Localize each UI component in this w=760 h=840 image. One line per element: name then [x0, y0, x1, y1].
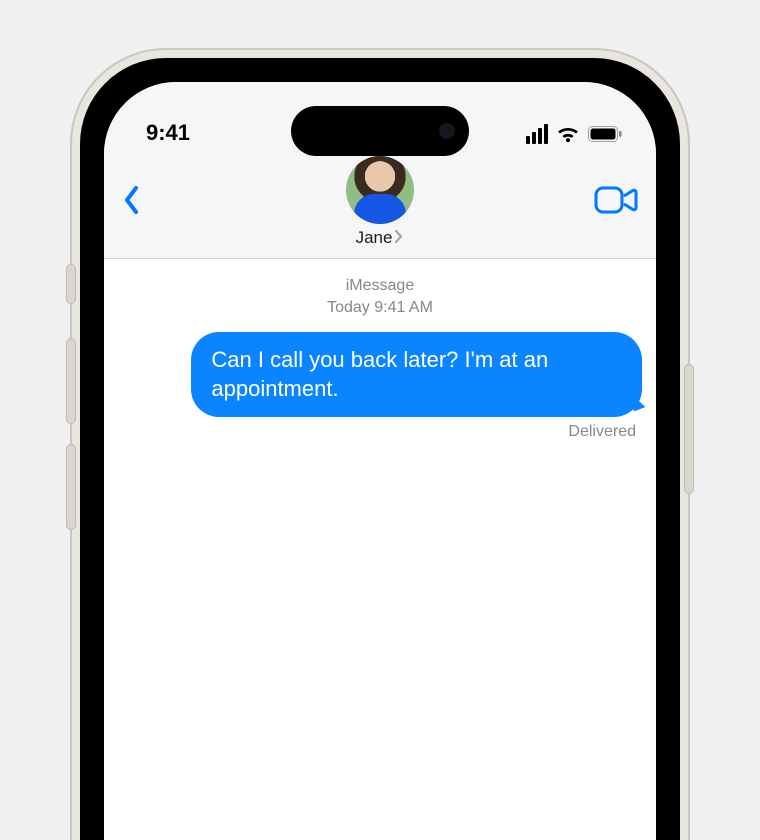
thread-date-header: iMessage Today 9:41 AM: [118, 275, 642, 318]
status-time: 9:41: [146, 120, 190, 146]
chevron-left-icon: [122, 185, 142, 215]
phone-frame: 9:41: [70, 48, 690, 840]
screen: 9:41: [104, 82, 656, 840]
volume-up-button: [66, 338, 76, 424]
side-button: [684, 364, 694, 494]
contact-name: Jane: [356, 228, 393, 248]
delivery-status: Delivered: [568, 423, 636, 441]
phone-bezel: 9:41: [80, 58, 680, 840]
page-root: 9:41: [0, 0, 760, 840]
cellular-signal-icon: [526, 124, 548, 144]
service-label: iMessage: [118, 275, 642, 297]
date-label: Today 9:41 AM: [118, 297, 642, 319]
contact-name-row: Jane: [356, 228, 405, 248]
battery-icon: [588, 126, 622, 142]
contact-info[interactable]: Jane: [182, 156, 578, 248]
avatar: [346, 156, 414, 224]
conversation-header: Jane: [104, 150, 656, 259]
dynamic-island: [291, 106, 469, 156]
back-button[interactable]: [122, 185, 142, 220]
message-row: Can I call you back later? I'm at an app…: [118, 332, 642, 417]
message-thread[interactable]: iMessage Today 9:41 AM Can I call you ba…: [104, 259, 656, 840]
sent-message-bubble[interactable]: Can I call you back later? I'm at an app…: [191, 332, 642, 417]
status-indicators: [526, 124, 622, 146]
chevron-right-icon: [394, 230, 404, 246]
wifi-icon: [556, 125, 580, 143]
volume-down-button: [66, 444, 76, 530]
mute-switch: [66, 264, 76, 304]
facetime-button[interactable]: [594, 185, 638, 220]
video-icon: [594, 185, 638, 215]
